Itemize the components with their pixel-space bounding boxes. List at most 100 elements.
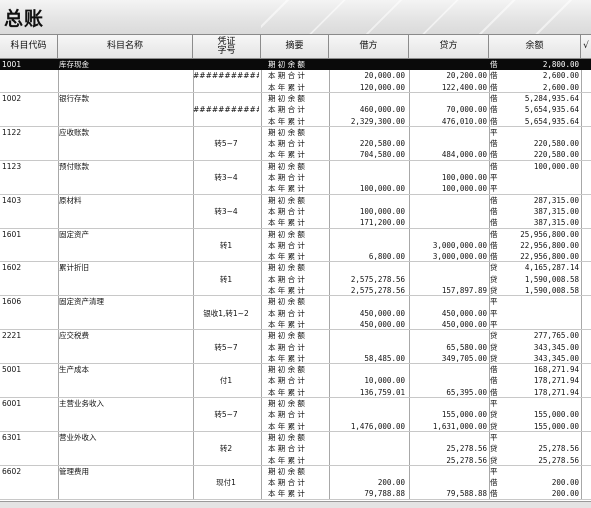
col-header-balance[interactable]: 余额	[489, 35, 581, 58]
balance-direction: 借	[490, 105, 498, 115]
account-code: 6602	[2, 466, 22, 476]
table-row[interactable]: 转5~7 本期合计 65,580.00 贷 343,345.00	[0, 342, 591, 353]
debit-amount: 100,000.00	[359, 206, 405, 216]
credit-amount	[410, 330, 488, 341]
account-name: 生产成本	[59, 365, 89, 375]
summary-text: 本期合计	[268, 444, 308, 454]
col-header-code[interactable]: 科目代码	[0, 35, 58, 58]
col-header-voucher[interactable]: 凭证 字号	[193, 35, 261, 58]
table-row[interactable]: 转1 本期合计 2,575,278.56 贷 1,590,008.58	[0, 274, 591, 285]
summary-text: 本期合计	[268, 139, 308, 149]
account-code: 1403	[2, 195, 22, 205]
table-row[interactable]: 银收1,转1~2 本期合计 450,000.00 450,000.00 平	[0, 308, 591, 319]
title-decoration	[261, 0, 591, 34]
account-code: 1601	[2, 229, 22, 239]
balance-direction: 借	[490, 93, 498, 103]
col-header-check[interactable]: √	[581, 35, 591, 58]
table-row[interactable]: 1123 预付账款 期初余额 借 100,000.00	[0, 161, 591, 172]
account-code	[2, 342, 56, 353]
table-row[interactable]: 1606 固定资产清理 期初余额 平	[0, 296, 591, 307]
group-separator	[0, 498, 591, 500]
table-row[interactable]: 5001 生产成本 期初余额 借 168,271.94	[0, 364, 591, 375]
account-code: 6001	[2, 399, 22, 408]
table-row[interactable]: ############## 本期合计 20,000.00 20,200.00借 2,6…	[0, 70, 591, 81]
table-row[interactable]: 6301 营业外收入 期初余额 平	[0, 432, 591, 443]
table-row[interactable]: 1403 原材料 期初余额 借 287,315.00	[0, 195, 591, 206]
table-row[interactable]: 1601 固定资产 期初余额 借 25,956,800.00	[0, 229, 591, 240]
balance-amount: 100,000.00	[533, 161, 579, 171]
table-row[interactable]: 转1 本期合计 3,000,000.00 借 22,956,800.00	[0, 240, 591, 251]
table-row[interactable]: 现付1 本期合计 200.00 借 200.00	[0, 477, 591, 488]
balance-amount: 287,315.00	[533, 195, 579, 205]
debit-amount	[330, 330, 407, 341]
summary-text: 期初余额	[268, 331, 308, 341]
account-name	[59, 206, 192, 217]
debit-amount	[330, 229, 407, 240]
summary-text: 期初余额	[268, 195, 308, 205]
account-name: 库存现金	[59, 60, 89, 69]
table-row[interactable]: 6602 管理费用 期初余额 平	[0, 466, 591, 477]
grid-header: 科目代码 科目名称 凭证 字号 摘要 借方 贷方 余额 √	[0, 35, 591, 59]
table-row[interactable]: 6001 主营业务收入 期初余额 平	[0, 398, 591, 409]
balance-amount: 277,765.00	[533, 331, 579, 341]
account-code: 1606	[2, 297, 22, 307]
balance-amount	[503, 172, 580, 183]
debit-amount: 220,580.00	[359, 139, 405, 149]
credit-amount	[410, 364, 488, 375]
balance-direction: 平	[490, 297, 498, 307]
col-header-summary[interactable]: 摘要	[261, 35, 329, 58]
credit-amount: 100,000.00	[441, 173, 487, 182]
balance-amount: 1,590,008.58	[524, 274, 579, 284]
summary-text: 本期合计	[268, 274, 308, 284]
account-code	[2, 172, 56, 183]
debit-amount	[330, 296, 407, 307]
voucher-number	[193, 127, 259, 138]
summary-text: 本期合计	[268, 410, 308, 420]
voucher-number: 转5~7	[214, 410, 238, 420]
balance-amount	[503, 308, 580, 319]
credit-amount: 65,580.00	[446, 342, 487, 352]
table-row[interactable]: 2221 应交税费 期初余额 贷 277,765.00	[0, 330, 591, 341]
balance-amount	[503, 432, 580, 443]
table-row[interactable]: ############ 本期合计 460,000.00 70,000.00借 5,65…	[0, 104, 591, 115]
table-row[interactable]: 1002 银行存款 期初余额 借 5,284,935.64	[0, 93, 591, 104]
table-row[interactable]: 转5~7 本期合计 155,000.00 贷 155,000.00	[0, 409, 591, 420]
balance-amount: 178,271.94	[533, 376, 579, 386]
col-header-credit[interactable]: 贷方	[409, 35, 489, 58]
table-row[interactable]: 1001 库存现金 期初余额 借 2,800.00	[0, 59, 591, 71]
account-code	[2, 409, 56, 420]
debit-amount	[330, 93, 407, 104]
table-row[interactable]: 付1 本期合计 10,000.00 借 178,271.94	[0, 375, 591, 386]
voucher-number	[193, 364, 259, 375]
table-row[interactable]: 1122 应收账款 期初余额 平	[0, 127, 591, 138]
table-row[interactable]: 转5~7 本期合计 220,580.00 借 220,580.00	[0, 138, 591, 149]
col-header-debit[interactable]: 借方	[329, 35, 409, 58]
table-row[interactable]: 转2 本期合计 25,278.56 贷 25,278.56	[0, 443, 591, 454]
account-name: 管理费用	[59, 466, 89, 476]
table-row[interactable]: 转3~4 本期合计 100,000.00 借 387,315.00	[0, 206, 591, 217]
table-row[interactable]: 转3~4 本期合计 100,000.00 平	[0, 172, 591, 183]
balance-amount	[503, 466, 580, 477]
balance-amount: 25,956,800.00	[520, 229, 579, 239]
ledger-grid[interactable]: 科目代码 科目名称 凭证 字号 摘要 借方 贷方 余额 √ 1001 库存现金 期初…	[0, 34, 591, 502]
debit-amount: 460,000.00	[359, 105, 405, 115]
voucher-number	[193, 330, 259, 341]
table-row[interactable]: 1602 累计折旧 期初余额 贷 4,165,287.14	[0, 262, 591, 273]
account-code: 1122	[2, 127, 22, 137]
col-header-name[interactable]: 科目名称	[58, 35, 193, 58]
debit-amount: 200.00	[377, 478, 405, 488]
voucher-number: 付1	[219, 376, 233, 386]
debit-amount: 2,575,278.56	[350, 274, 405, 284]
balance-direction: 平	[490, 466, 498, 476]
balance-amount: 387,315.00	[533, 206, 579, 216]
credit-amount	[410, 138, 488, 149]
debit-amount	[330, 398, 407, 409]
debit-amount	[330, 342, 407, 353]
summary-text: 期初余额	[268, 432, 308, 442]
account-name	[59, 308, 192, 319]
account-code	[2, 206, 56, 217]
balance-amount: 22,956,800.00	[520, 240, 579, 250]
account-name: 原材料	[59, 195, 82, 205]
summary-text: 期初余额	[268, 466, 308, 476]
account-name: 营业外收入	[59, 432, 97, 442]
